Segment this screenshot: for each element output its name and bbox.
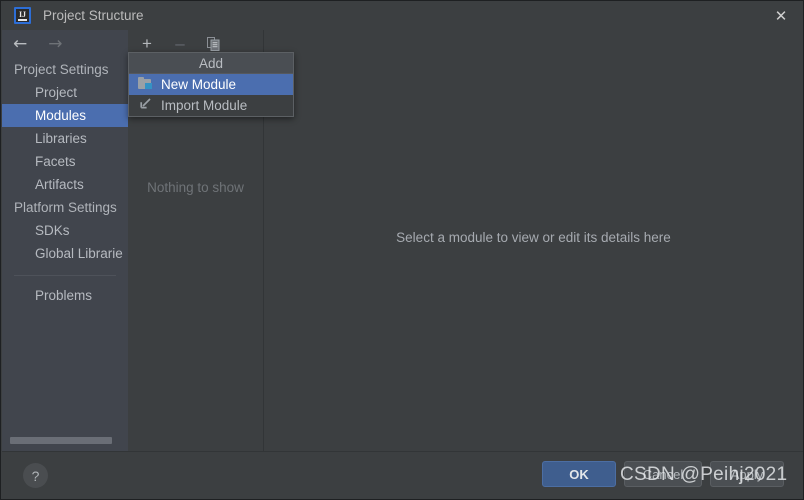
modules-empty-message: Nothing to show <box>147 180 244 195</box>
sidebar-item-label: Problems <box>35 288 93 303</box>
sidebar-item-label: Artifacts <box>35 177 84 192</box>
apply-button[interactable]: Apply <box>710 461 784 487</box>
sidebar-nav-bar: ← → <box>2 30 128 58</box>
sidebar-item-sdks[interactable]: SDKs <box>2 219 128 242</box>
back-arrow-icon[interactable]: ← <box>13 35 27 53</box>
sidebar-horizontal-scrollbar[interactable] <box>10 437 112 444</box>
sidebar-item-label: Platform Settings <box>14 200 117 215</box>
cancel-button[interactable]: Cancel <box>624 461 702 487</box>
sidebar-item-label: Facets <box>35 154 76 169</box>
sidebar-item-label: Project Settings <box>14 62 109 77</box>
dialog-button-bar: ? OK Cancel Apply <box>2 451 803 499</box>
sidebar-item-label: Libraries <box>35 131 87 146</box>
remove-module-button[interactable]: – <box>170 34 190 54</box>
sidebar-item-artifacts[interactable]: Artifacts <box>2 173 128 196</box>
add-module-button[interactable]: + <box>137 34 157 54</box>
add-menu-title: Add <box>129 53 293 74</box>
project-structure-dialog: IJ Project Structure ✕ ← → Project Setti… <box>0 0 804 500</box>
add-popup-menu: Add New Module Import Module <box>128 52 294 117</box>
copy-icon <box>206 36 219 51</box>
sidebar-item-global-librarie[interactable]: Global Librarie <box>2 242 128 265</box>
sidebar-item-modules[interactable]: Modules <box>2 104 128 127</box>
forward-arrow-icon[interactable]: → <box>48 35 62 53</box>
sidebar-item-label: Project <box>35 85 78 100</box>
ok-button[interactable]: OK <box>542 461 616 487</box>
close-icon[interactable]: ✕ <box>759 1 803 30</box>
import-arrow-icon <box>138 98 155 113</box>
logo-text: IJ <box>18 9 27 19</box>
window-title: Project Structure <box>43 8 144 23</box>
title-bar: IJ Project Structure ✕ <box>1 1 803 30</box>
menu-item-import-module-label: Import Module <box>161 98 248 113</box>
sidebar-item-project[interactable]: Project <box>2 81 128 104</box>
folder-icon <box>138 77 155 92</box>
plus-icon: + <box>142 34 152 53</box>
sidebar-item-label: Modules <box>35 108 87 123</box>
sidebar-item-label: Global Librarie <box>35 246 123 261</box>
settings-sidebar: ← → Project Settings Project Modules Librar… <box>2 30 128 451</box>
menu-item-new-module[interactable]: New Module <box>129 74 293 95</box>
menu-item-import-module[interactable]: Import Module <box>129 95 293 116</box>
menu-item-new-module-label: New Module <box>161 77 237 92</box>
logo-underline <box>18 19 27 21</box>
help-button[interactable]: ? <box>23 463 48 488</box>
detail-placeholder-message: Select a module to view or edit its deta… <box>396 230 671 245</box>
sidebar-item-project-settings: Project Settings <box>2 58 128 81</box>
sidebar-item-label: SDKs <box>35 223 70 238</box>
sidebar-item-list: Project Settings Project Modules Libraries F… <box>2 58 128 307</box>
sidebar-separator <box>14 275 116 276</box>
module-detail-panel: Select a module to view or edit its deta… <box>264 30 803 451</box>
intellij-logo-icon: IJ <box>14 7 31 24</box>
sidebar-item-facets[interactable]: Facets <box>2 150 128 173</box>
sidebar-item-platform-settings: Platform Settings <box>2 196 128 219</box>
copy-module-button[interactable] <box>203 34 223 54</box>
sidebar-item-libraries[interactable]: Libraries <box>2 127 128 150</box>
minus-icon: – <box>175 34 185 53</box>
sidebar-item-problems[interactable]: Problems <box>2 284 128 307</box>
